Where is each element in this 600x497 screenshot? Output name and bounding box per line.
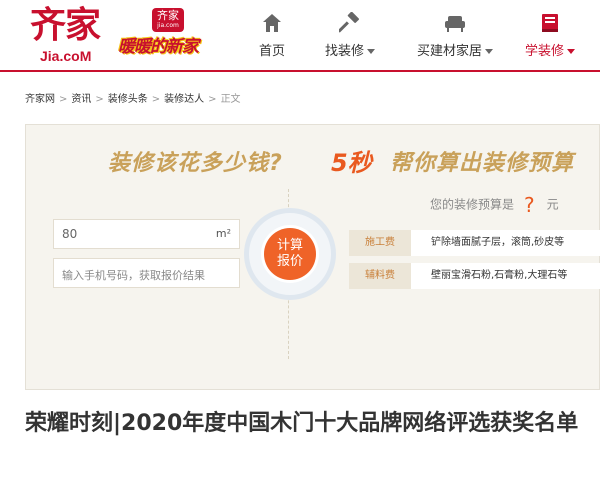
site-logo[interactable]: 齐家 Jia.coM bbox=[30, 5, 106, 65]
breadcrumb-news[interactable]: 资讯 bbox=[71, 90, 91, 105]
chevron-down-icon bbox=[567, 49, 575, 54]
breadcrumb-home[interactable]: 齐家网 bbox=[25, 90, 55, 105]
area-value: 80 bbox=[62, 227, 78, 241]
calculate-button-line2: 报价 bbox=[276, 254, 303, 269]
nav-find-renovation-label: 找装修 bbox=[305, 40, 395, 59]
phone-input[interactable]: 输入手机号码，获取报价结果 bbox=[53, 258, 240, 288]
chevron-down-icon bbox=[485, 49, 493, 54]
nav-find-renovation-text: 找装修 bbox=[324, 44, 364, 59]
badge-logo-text: 齐家 bbox=[157, 9, 179, 22]
site-header: 齐家 Jia.coM 齐家 jia.com 暖暖的新家 首页 找装修 买建材家居 bbox=[0, 0, 600, 72]
nav-learn-renovation-label: 学装修 bbox=[505, 40, 595, 59]
hammer-icon bbox=[339, 12, 359, 33]
budget-result: 您的装修预算是? 元 bbox=[430, 193, 559, 217]
budget-value: ? bbox=[524, 193, 535, 217]
breadcrumb-current: 正文 bbox=[220, 94, 241, 105]
budget-calculator: 装修该花多少钱? 5秒 帮你算出装修预算 80 m² 输入手机号码，获取报价结果… bbox=[25, 124, 600, 390]
headline-highlight: 5秒 bbox=[331, 149, 372, 177]
cost-row-labor: 施工费 铲除墙面腻子层，滚筒,砂皮等 bbox=[349, 230, 600, 256]
book-icon bbox=[542, 14, 558, 32]
breadcrumb-separator: > bbox=[95, 94, 104, 105]
calculate-button-ring: 计算 报价 bbox=[244, 208, 336, 300]
nav-buy-materials[interactable]: 买建材家居 bbox=[410, 8, 500, 64]
calculate-quote-button[interactable]: 计算 报价 bbox=[264, 228, 316, 280]
cost-row-tag: 施工费 bbox=[349, 230, 411, 256]
calculator-headline: 装修该花多少钱? 5秒 帮你算出装修预算 bbox=[26, 145, 600, 179]
nav-home[interactable]: 首页 bbox=[227, 8, 317, 64]
cost-row-tag: 辅料费 bbox=[349, 263, 411, 289]
headline-question: 装修该花多少钱? bbox=[108, 151, 283, 176]
headline-promise: 帮你算出装修预算 bbox=[390, 151, 575, 176]
breadcrumb-separator: > bbox=[208, 94, 217, 105]
nav-home-label: 首页 bbox=[258, 44, 285, 59]
logo-text: 齐家 bbox=[30, 5, 101, 46]
cost-row-materials: 辅料费 壁丽宝滑石粉,石膏粉,大理石等 bbox=[349, 263, 600, 289]
article-title: 荣耀时刻|2020年度中国木门十大品牌网络评选获奖名单 bbox=[25, 411, 579, 436]
breadcrumb-separator: > bbox=[59, 94, 68, 105]
breadcrumb-headlines[interactable]: 装修头条 bbox=[108, 90, 148, 105]
nav-find-renovation[interactable]: 找装修 bbox=[305, 8, 395, 64]
badge-slogan: 暖暖的新家 bbox=[118, 37, 199, 57]
calculate-button-line1: 计算 bbox=[276, 238, 303, 253]
cost-row-desc: 铲除墙面腻子层，滚筒,砂皮等 bbox=[431, 237, 565, 248]
logo-domain: Jia.coM bbox=[40, 48, 92, 64]
nav-buy-materials-text: 买建材家居 bbox=[416, 44, 482, 59]
budget-unit: 元 bbox=[546, 197, 559, 212]
sofa-icon bbox=[445, 16, 465, 32]
budget-label: 您的装修预算是 bbox=[430, 197, 515, 212]
breadcrumb-experts[interactable]: 装修达人 bbox=[164, 90, 204, 105]
nav-learn-renovation-text: 学装修 bbox=[524, 44, 564, 59]
badge-logo: 齐家 jia.com bbox=[152, 8, 184, 32]
nav-learn-renovation[interactable]: 学装修 bbox=[505, 8, 595, 64]
promo-badge[interactable]: 齐家 jia.com 暖暖的新家 bbox=[118, 8, 218, 64]
area-input[interactable]: 80 m² bbox=[53, 219, 240, 249]
area-unit: m² bbox=[215, 227, 231, 240]
nav-buy-materials-label: 买建材家居 bbox=[410, 40, 500, 59]
home-icon bbox=[263, 14, 281, 32]
badge-logo-domain: jia.com bbox=[157, 22, 179, 29]
breadcrumb: 齐家网 > 资讯 > 装修头条 > 装修达人 > 正文 bbox=[25, 90, 241, 105]
cost-row-desc: 壁丽宝滑石粉,石膏粉,大理石等 bbox=[431, 270, 568, 281]
breadcrumb-separator: > bbox=[151, 94, 161, 105]
chevron-down-icon bbox=[367, 49, 375, 54]
